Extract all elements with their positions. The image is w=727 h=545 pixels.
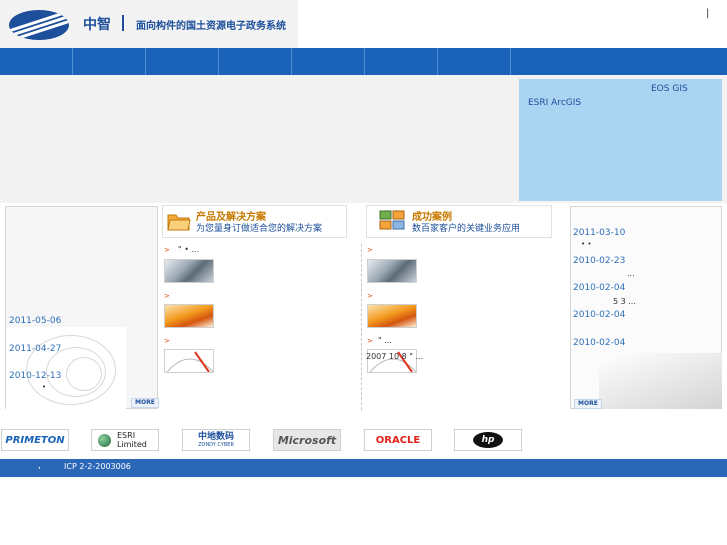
hp-badge: hp	[473, 432, 503, 448]
nav-item-7[interactable]	[438, 48, 511, 75]
cases-overlay-text[interactable]: 2007 10 8 " ...	[366, 352, 423, 361]
zondy-cn-text: 中地数码	[197, 432, 234, 442]
partner-oracle-logo[interactable]: ORACLE	[364, 429, 432, 451]
zondy-en-text: ZONDY CYBER	[198, 442, 234, 448]
globe-icon	[98, 433, 111, 447]
esri-line-1: ESRI	[117, 431, 136, 440]
nav-item-6[interactable]	[365, 48, 438, 75]
primeton-text: PRIMETON	[5, 434, 65, 446]
brand-name: 中智	[83, 17, 111, 33]
partner-primeton-logo[interactable]: PRIMETON	[1, 429, 69, 451]
news-text[interactable]: • •	[581, 240, 591, 248]
news-date[interactable]: 2010-02-04	[573, 310, 625, 320]
news-date[interactable]: 2011-03-10	[573, 228, 625, 238]
building-thumbnail[interactable]	[164, 259, 214, 283]
news-date[interactable]: 2010-02-04	[573, 338, 625, 348]
nav-item-8[interactable]	[511, 48, 727, 75]
nav-item-5[interactable]	[292, 48, 365, 75]
brand-slogan: 面向构件的国土资源电子政务系统	[136, 21, 286, 32]
footer-comma: ,	[38, 461, 41, 471]
nav-item-2[interactable]	[73, 48, 146, 75]
bullet-icon: >	[367, 246, 373, 254]
main-nav	[0, 48, 727, 75]
partner-zondy-logo[interactable]: 中地数码 ZONDY CYBER	[182, 429, 250, 451]
news-date[interactable]: 2011-05-06	[9, 316, 61, 326]
news-date[interactable]: 2010-02-23	[573, 256, 625, 266]
cases-row-text[interactable]: " ...	[378, 336, 392, 345]
partner-microsoft-logo[interactable]: Microsoft	[273, 429, 341, 451]
cases-header[interactable]: 成功案例 数百家客户的关键业务应用	[366, 205, 552, 238]
news-date[interactable]: 2010-02-04	[573, 283, 625, 293]
products-row-text[interactable]: " • ...	[178, 245, 199, 254]
nav-item-3[interactable]	[146, 48, 219, 75]
partner-esri-logo[interactable]: ESRI Limited	[91, 429, 159, 451]
bullet-icon: >	[367, 337, 373, 345]
tools-thumbnail[interactable]	[367, 304, 417, 328]
bullet-icon: >	[164, 337, 170, 345]
gauge-icon	[166, 351, 213, 372]
tools-thumbnail[interactable]	[164, 304, 214, 328]
partner-hp-logo[interactable]: hp	[454, 429, 522, 451]
cases-icon	[379, 210, 405, 230]
building-thumbnail[interactable]	[367, 259, 417, 283]
news-left-decor-image	[6, 327, 126, 409]
news-right-decor-image	[599, 353, 722, 409]
oracle-text: ORACLE	[375, 434, 421, 446]
nav-item-4[interactable]	[219, 48, 292, 75]
news-text[interactable]: ...	[627, 269, 635, 278]
column-divider	[361, 244, 362, 410]
news-date[interactable]: 2011-04-27	[9, 344, 61, 354]
gauge-thumbnail[interactable]	[164, 349, 214, 373]
microsoft-text: Microsoft	[277, 433, 337, 447]
folder-icon	[167, 214, 191, 231]
esri-line-2: Limited	[117, 440, 147, 449]
bullet-icon: >	[164, 246, 170, 254]
news-dot: •	[42, 383, 47, 391]
cases-subtitle: 数百家客户的关键业务应用	[412, 224, 521, 234]
news-date[interactable]: 2010-12-13	[9, 371, 61, 381]
news-left-more-button[interactable]: MORE	[131, 398, 159, 408]
bullet-icon: >	[164, 292, 170, 300]
products-subtitle: 为您量身订做适合您的解决方案	[196, 224, 323, 234]
brand-separator	[122, 15, 124, 31]
banner-esri-text: ESRI ArcGIS	[528, 98, 582, 108]
hp-text: hp	[481, 435, 495, 445]
news-text[interactable]: 5 3 ...	[613, 297, 636, 306]
footer-icp-number[interactable]: ICP 2-2-2003006	[64, 462, 131, 471]
logo-area[interactable]: 中智 面向构件的国土资源电子政务系统	[0, 0, 298, 48]
nav-item-1[interactable]	[0, 48, 73, 75]
company-logo[interactable]	[9, 10, 69, 40]
news-right-more-button[interactable]: MORE	[574, 399, 602, 409]
banner-eos-text: EOS GIS	[651, 84, 688, 94]
news-panel-right: 2011-03-10 • • 2010-02-23 ... 2010-02-04…	[570, 206, 722, 409]
products-header[interactable]: 产品及解决方案 为您量身订做适合您的解决方案	[162, 205, 347, 238]
top-link-separator: |	[706, 8, 710, 19]
news-panel-left: 2011-05-06 2011-04-27 2010-12-13 • MORE	[5, 206, 159, 409]
bullet-icon: >	[367, 292, 373, 300]
